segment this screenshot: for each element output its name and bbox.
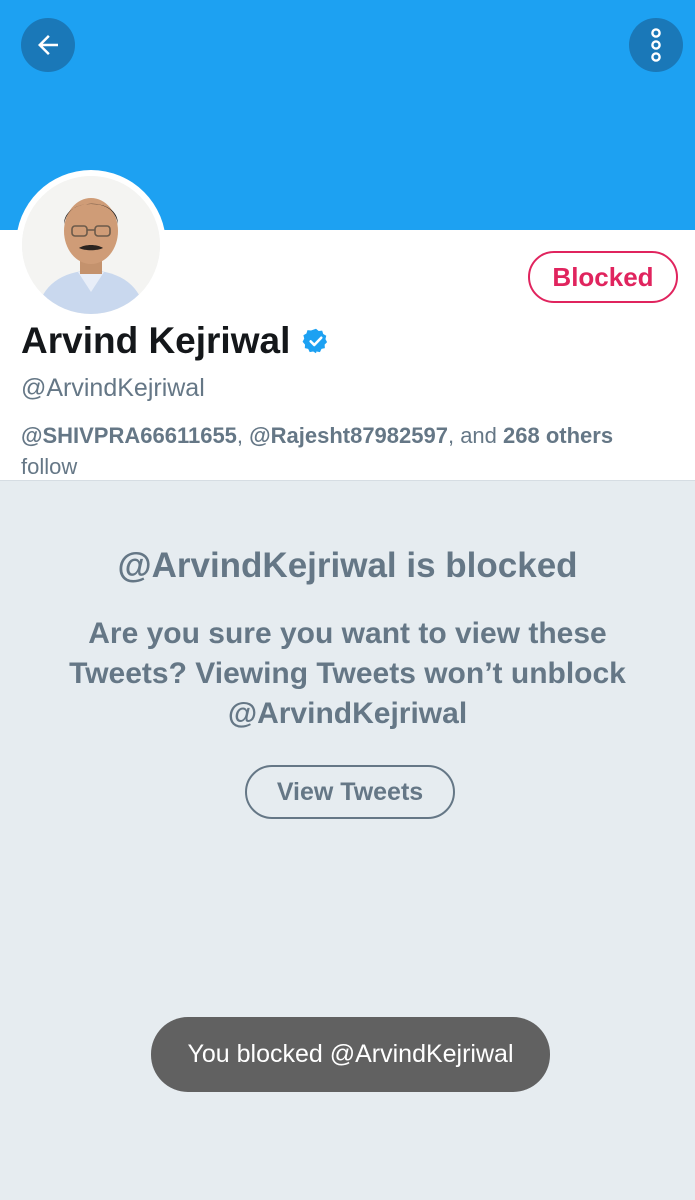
- followers-separator: ,: [236, 423, 250, 448]
- display-name: Arvind Kejriwal: [21, 320, 291, 361]
- blocked-title: @ArvindKejriwal is blocked: [117, 546, 578, 585]
- followers-you-know[interactable]: @SHIVPRA66611655, @Rajesht87982597, and …: [21, 420, 671, 482]
- verified-badge-icon: [302, 328, 328, 354]
- followers-others-count[interactable]: 268 others: [503, 423, 613, 448]
- arrow-left-icon: [38, 35, 58, 55]
- back-button[interactable]: [21, 18, 75, 72]
- name-row: Arvind Kejriwal: [21, 320, 330, 362]
- profile-handle: @ArvindKejriwal: [21, 374, 205, 402]
- follower-link[interactable]: @Rajesht87982597: [249, 423, 448, 448]
- followers-suffix: follow: [21, 454, 78, 479]
- view-tweets-button[interactable]: View Tweets: [245, 765, 455, 819]
- toast-message: You blocked @ArvindKejriwal: [151, 1017, 550, 1092]
- more-options-button[interactable]: [629, 18, 683, 72]
- blocked-button[interactable]: Blocked: [528, 251, 678, 303]
- avatar: [22, 176, 160, 314]
- follower-link[interactable]: @SHIVPRA66611655: [21, 423, 237, 448]
- vertical-ellipsis-icon: [651, 28, 661, 62]
- avatar-container[interactable]: [16, 170, 166, 320]
- blocked-message: Are you sure you want to view these Twee…: [69, 617, 626, 730]
- followers-separator: , and: [447, 423, 504, 448]
